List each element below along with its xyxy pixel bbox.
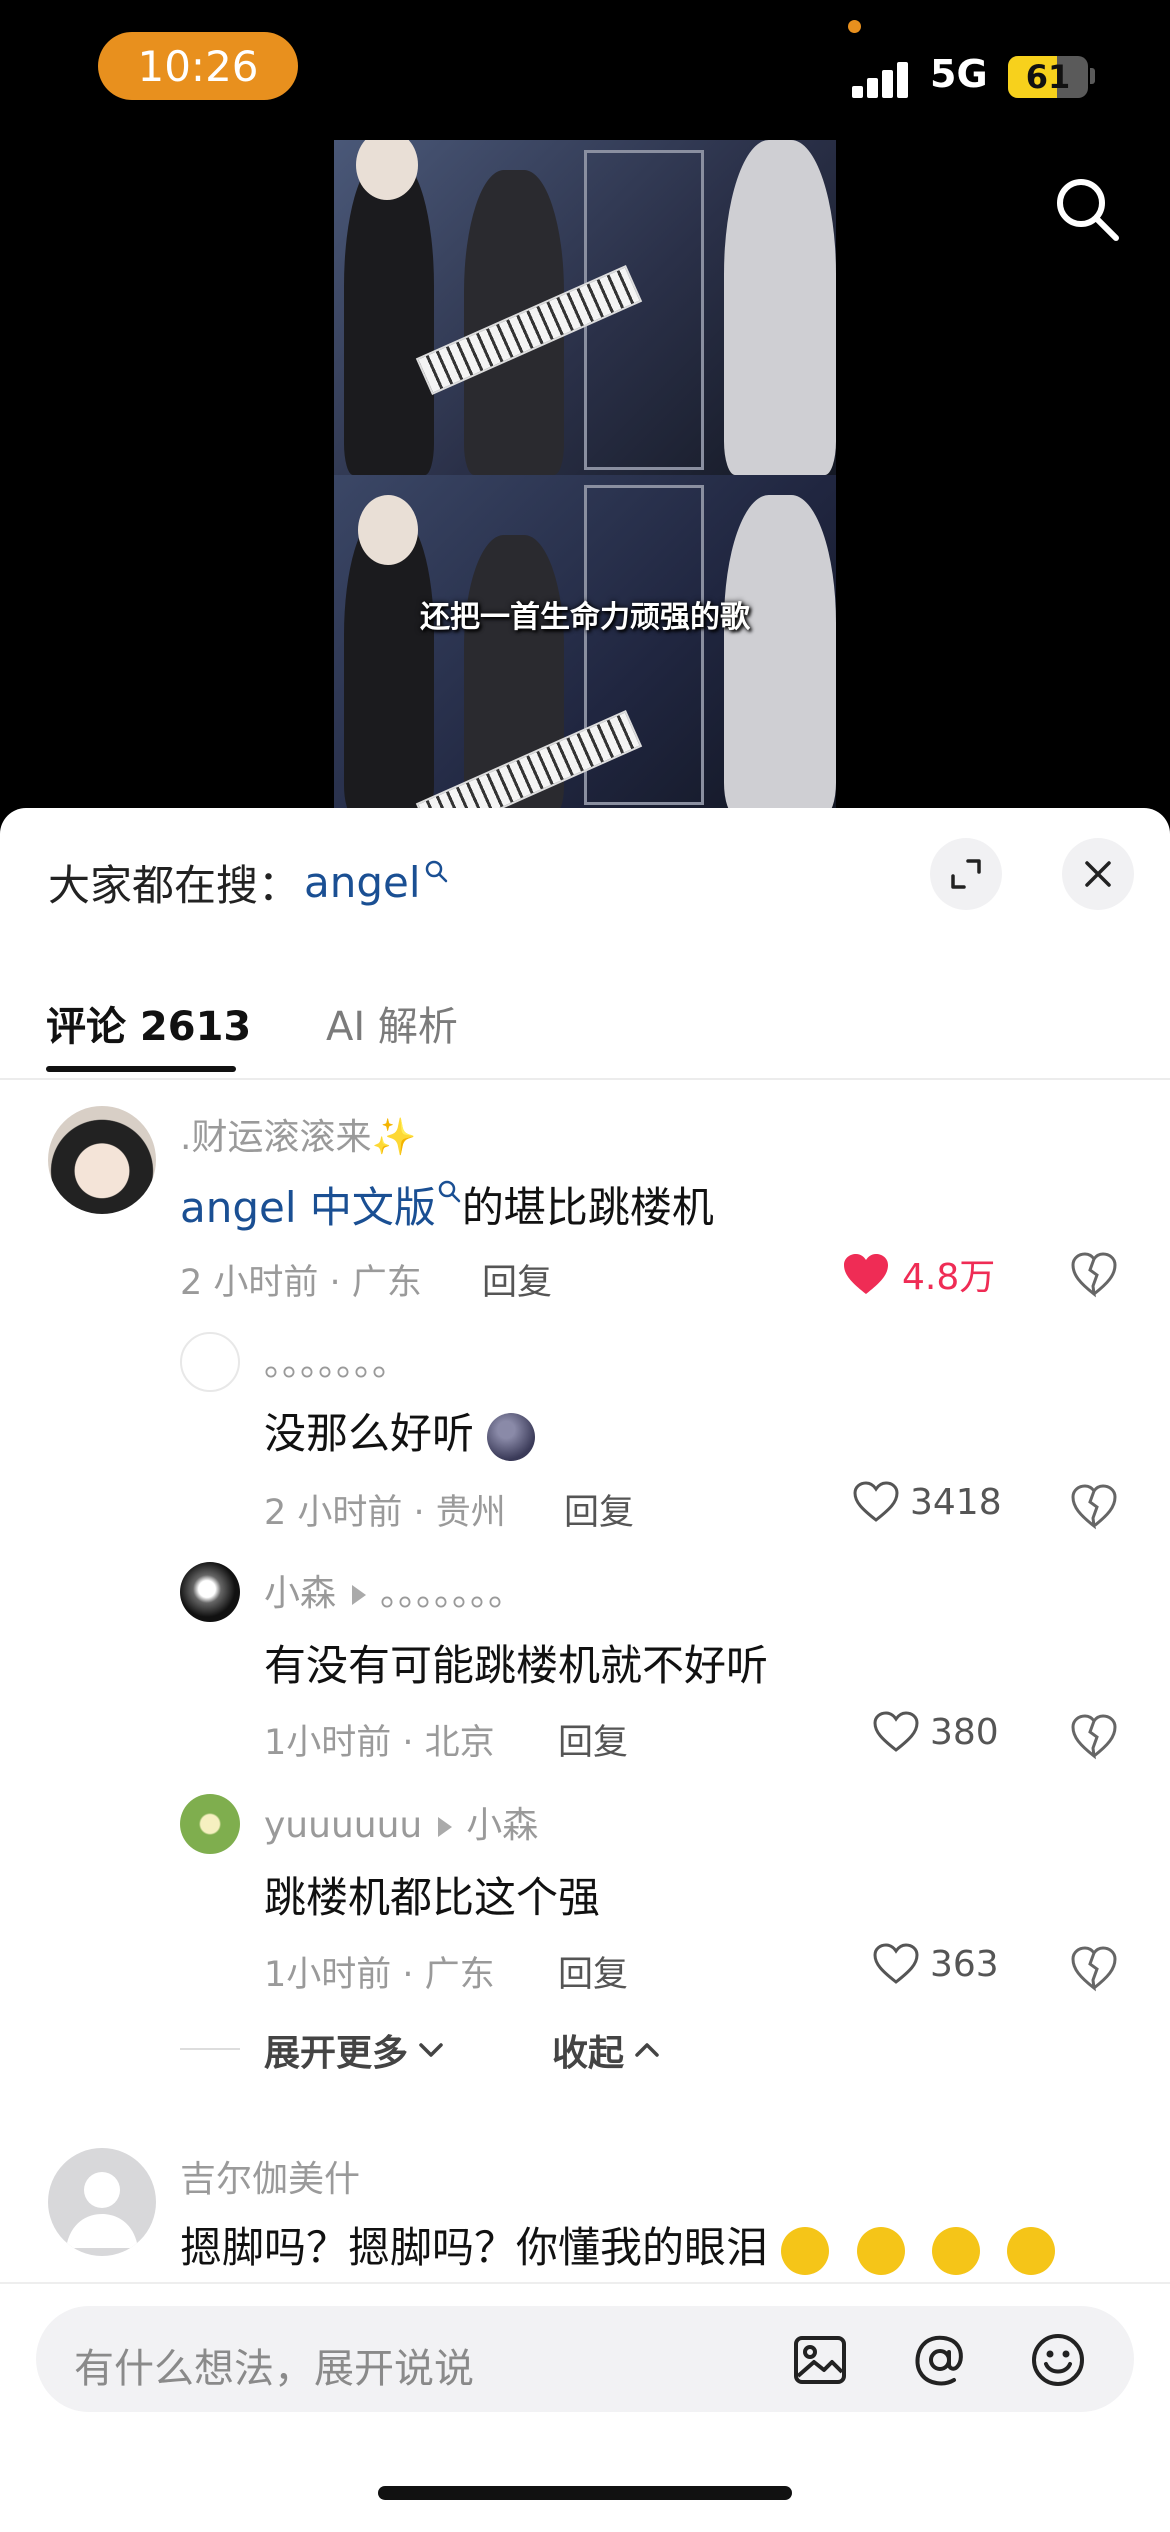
comment-text: 跳楼机都比这个强 xyxy=(264,1873,601,1922)
avatar[interactable] xyxy=(48,2148,156,2256)
reply-target[interactable]: 小森 xyxy=(466,1805,538,1846)
comment-username: 小森 。。。。。。。 xyxy=(264,1564,524,1616)
privacy-indicator-dot xyxy=(848,20,861,33)
avatar[interactable] xyxy=(48,1106,156,1214)
default-avatar-icon xyxy=(66,2172,138,2248)
home-indicator[interactable] xyxy=(378,2486,792,2500)
video-player[interactable]: 还把一首生命力顽强的歌 xyxy=(334,140,836,810)
reply-target[interactable]: 。。。。。。。 xyxy=(380,1573,524,1614)
dislike-icon[interactable] xyxy=(1070,1944,1118,1992)
reply-author[interactable]: 小森 xyxy=(264,1573,336,1614)
thread-divider xyxy=(180,2048,240,2050)
video-frame-top xyxy=(334,140,836,475)
reply-author[interactable]: yuuuuuu xyxy=(264,1805,422,1846)
collapse-button[interactable]: 收起 xyxy=(552,2024,662,2076)
heart-outline-icon xyxy=(853,1481,899,1522)
dislike-icon[interactable] xyxy=(1070,1250,1118,1298)
comment-meta: 1小时前 · 北京 xyxy=(264,1723,495,1763)
screen: 10:26 5G 61 还把一首生命力顽强的歌 大家都在搜： angel 评论 … xyxy=(0,0,1170,2532)
like-count: 3418 xyxy=(910,1481,1002,1523)
comment-body: 摁脚吗？摁脚吗？你懂我的眼泪 xyxy=(180,2223,769,2272)
performer-face xyxy=(358,495,418,565)
battery-tip xyxy=(1090,68,1095,84)
comment-text: angel 中文版 的堪比跳楼机 xyxy=(180,1174,714,1235)
comment-meta: 1小时前 · 广东 xyxy=(264,1955,495,1995)
comment-keyword-link[interactable]: angel 中文版 xyxy=(180,1183,436,1232)
heart-outline-icon xyxy=(873,1943,919,1984)
reply-arrow-icon xyxy=(438,1817,453,1837)
collapse-label: 收起 xyxy=(552,2033,625,2074)
active-tab-indicator xyxy=(46,1066,236,1072)
comment-text: 摁脚吗？摁脚吗？你懂我的眼泪 xyxy=(180,2214,1056,2275)
dislike-icon[interactable] xyxy=(1070,1712,1118,1760)
search-icon[interactable] xyxy=(1052,174,1122,244)
like-button[interactable]: 363 xyxy=(872,1942,999,1986)
reply-button[interactable]: 回复 xyxy=(558,1946,628,1997)
cellular-signal-icon xyxy=(852,58,912,98)
laughing-crying-emoji xyxy=(856,2226,905,2275)
chevron-down-icon xyxy=(419,2043,443,2057)
network-type: 5G xyxy=(930,52,988,96)
reply-button[interactable]: 回复 xyxy=(482,1254,552,1305)
status-time: 10:26 xyxy=(98,32,298,100)
image-icon[interactable] xyxy=(792,2332,848,2388)
close-icon xyxy=(1085,861,1111,887)
avatar[interactable] xyxy=(180,1794,240,1854)
comment-input[interactable]: 有什么想法，展开说说 xyxy=(36,2306,1134,2412)
reply-button[interactable]: 回复 xyxy=(564,1484,634,1535)
tab-ai-analysis[interactable]: AI 解析 xyxy=(326,994,458,1052)
laughing-crying-emoji xyxy=(932,2226,981,2275)
comment-body: 的堪比跳楼机 xyxy=(461,1183,714,1232)
dislike-icon[interactable] xyxy=(1070,1482,1118,1530)
comment-username[interactable]: 吉尔伽美什 xyxy=(180,2150,360,2202)
avatar[interactable] xyxy=(180,1332,240,1392)
comment-username[interactable]: 。。。。。。。 xyxy=(264,1334,408,1386)
performer-figure xyxy=(344,160,434,475)
expand-more-button[interactable]: 展开更多 xyxy=(264,2024,446,2076)
like-button[interactable]: 4.8万 xyxy=(842,1248,995,1300)
heart-filled-icon xyxy=(844,1254,888,1294)
laughing-crying-emoji xyxy=(781,2226,830,2275)
expand-icon xyxy=(951,859,981,889)
video-subtitle: 还把一首生命力顽强的歌 xyxy=(420,600,750,635)
avatar[interactable] xyxy=(180,1562,240,1622)
performer-figure xyxy=(724,495,836,810)
mention-icon[interactable] xyxy=(912,2332,968,2388)
battery-level: 61 xyxy=(1025,58,1071,96)
search-suggestion-keyword[interactable]: angel xyxy=(304,858,421,907)
comment-username: yuuuuuu 小森 xyxy=(264,1796,538,1848)
emoji-sticker xyxy=(487,1412,536,1461)
reply-arrow-icon xyxy=(352,1585,367,1605)
laughing-crying-emoji xyxy=(1007,2226,1056,2275)
comment-body: 没那么好听 xyxy=(264,1409,475,1458)
search-suggestion-prefix: 大家都在搜： xyxy=(48,861,301,910)
search-icon xyxy=(425,860,447,882)
like-count: 4.8万 xyxy=(902,1257,996,1298)
comment-username[interactable]: .财运滚滚来✨ xyxy=(180,1108,416,1160)
like-button[interactable]: 3418 xyxy=(852,1480,1002,1524)
tab-bar: 评论 2613 AI 解析 xyxy=(0,980,1170,1080)
like-count: 363 xyxy=(930,1943,999,1985)
like-button[interactable]: 380 xyxy=(872,1710,999,1754)
expand-sheet-button[interactable] xyxy=(930,838,1002,910)
battery-icon: 61 xyxy=(1008,56,1088,98)
heart-outline-icon xyxy=(873,1711,919,1752)
search-suggestion[interactable]: 大家都在搜： angel xyxy=(48,852,449,913)
search-icon xyxy=(438,1180,461,1203)
comment-meta: 2 小时前 · 广东 xyxy=(180,1263,422,1303)
video-frame-bottom xyxy=(334,475,836,810)
comment-text: 没那么好听 xyxy=(264,1400,536,1461)
close-button[interactable] xyxy=(1062,838,1134,910)
reply-button[interactable]: 回复 xyxy=(558,1714,628,1765)
expand-more-label: 展开更多 xyxy=(264,2033,409,2074)
emoji-icon[interactable] xyxy=(1030,2332,1086,2388)
chevron-up-icon xyxy=(635,2043,659,2057)
like-count: 380 xyxy=(930,1711,999,1753)
tab-comments[interactable]: 评论 2613 xyxy=(46,994,251,1052)
comment-input-placeholder: 有什么想法，展开说说 xyxy=(74,2346,474,2392)
comment-meta: 2 小时前 · 贵州 xyxy=(264,1493,506,1533)
performer-figure xyxy=(724,140,836,475)
comment-text: 有没有可能跳楼机就不好听 xyxy=(264,1641,769,1690)
